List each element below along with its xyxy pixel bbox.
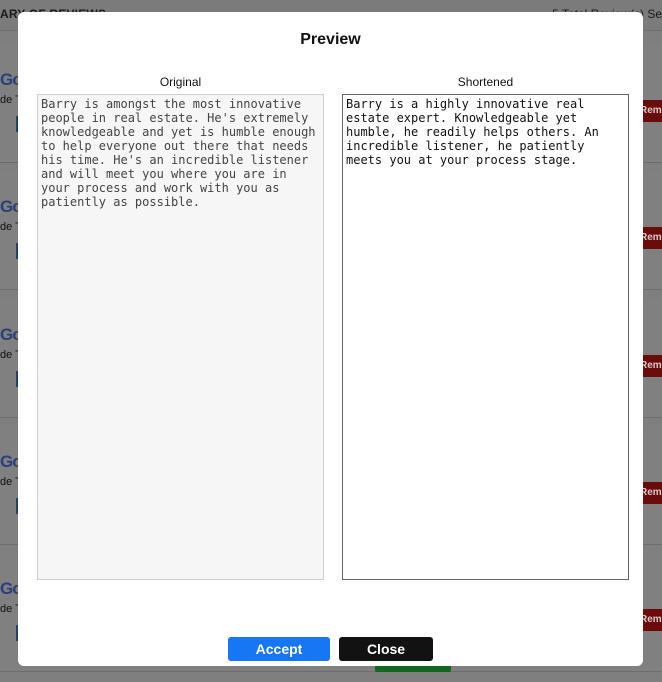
remove-button[interactable]: Remo xyxy=(640,227,662,249)
modal-title: Preview xyxy=(300,31,361,48)
remove-button[interactable]: Remo xyxy=(640,609,662,631)
shortened-label: Shortened xyxy=(457,75,514,89)
close-button[interactable]: Close xyxy=(339,637,433,661)
original-label: Original xyxy=(159,75,202,89)
remove-button[interactable]: Remo xyxy=(640,355,662,377)
remove-button[interactable]: Remo xyxy=(640,482,662,504)
preview-modal: Preview Original Shortened Barry is amon… xyxy=(18,12,643,666)
remove-button[interactable]: Remo xyxy=(640,100,662,122)
accept-button[interactable]: Accept xyxy=(228,637,330,661)
shortened-textarea[interactable]: Barry is a highly innovative real estate… xyxy=(342,94,629,580)
original-textarea: Barry is amongst the most innovative peo… xyxy=(37,94,324,580)
